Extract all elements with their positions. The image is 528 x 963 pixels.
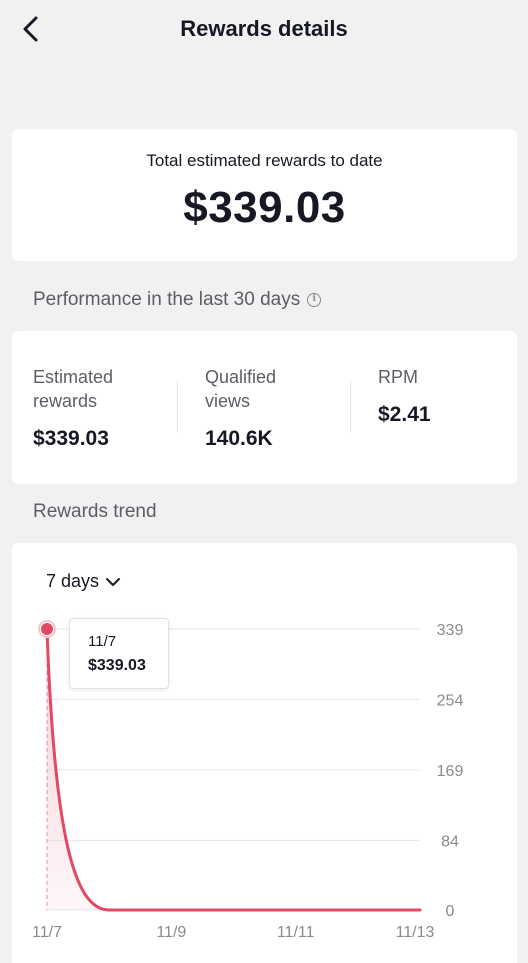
page-title: Rewards details <box>180 16 348 41</box>
total-rewards-value: $339.03 <box>183 183 346 232</box>
metric-estimated-rewards: Estimated rewards $339.03 <box>33 365 143 451</box>
info-icon[interactable]: i <box>307 293 322 307</box>
tooltip-value: $339.03 <box>88 657 146 674</box>
metric-divider <box>350 381 351 433</box>
metric-label: Estimated rewards <box>33 367 114 411</box>
rewards-trend-chart[interactable]: 339 254 169 84 0 11/7 11/9 11/11 11/13 <box>12 543 517 963</box>
x-tick-label: 11/7 <box>32 924 62 941</box>
highlight-point <box>41 622 53 635</box>
y-tick-label: 0 <box>446 903 455 920</box>
metric-qualified-views: Qualified views 140.6K <box>205 365 315 451</box>
performance-title-text: Performance in the last 30 days <box>33 289 301 310</box>
y-tick-label: 339 <box>437 622 464 639</box>
header: Rewards details <box>0 0 528 62</box>
total-rewards-card: Total estimated rewards to date $339.03 <box>12 129 517 261</box>
y-tick-label: 84 <box>441 833 459 850</box>
total-rewards-label: Total estimated rewards to date <box>146 151 383 170</box>
chart-tooltip: 11/7 $339.03 <box>69 618 169 689</box>
metric-label: RPM <box>378 367 418 387</box>
metric-label: Qualified views <box>205 367 277 411</box>
metric-divider <box>177 381 178 433</box>
metric-value: $339.03 <box>33 427 109 450</box>
metric-value: 140.6K <box>205 427 273 450</box>
rewards-trend-title: Rewards trend <box>33 501 157 522</box>
metric-value: $2.41 <box>378 403 431 426</box>
rewards-trend-card: 7 days 339 254 169 84 0 11/7 11/9 11/11 11/13 11… <box>12 543 517 963</box>
performance-section-title: Performance in the last 30 days i <box>33 289 322 311</box>
y-tick-label: 254 <box>437 692 464 709</box>
performance-card: Estimated rewards $339.03 Qualified view… <box>12 331 517 484</box>
x-tick-label: 11/9 <box>156 924 186 941</box>
x-tick-label: 11/11 <box>277 924 315 941</box>
tooltip-date: 11/7 <box>88 633 117 650</box>
y-tick-label: 169 <box>437 763 464 780</box>
x-tick-label: 11/13 <box>396 924 435 941</box>
metric-rpm: RPM $2.41 <box>378 365 488 427</box>
